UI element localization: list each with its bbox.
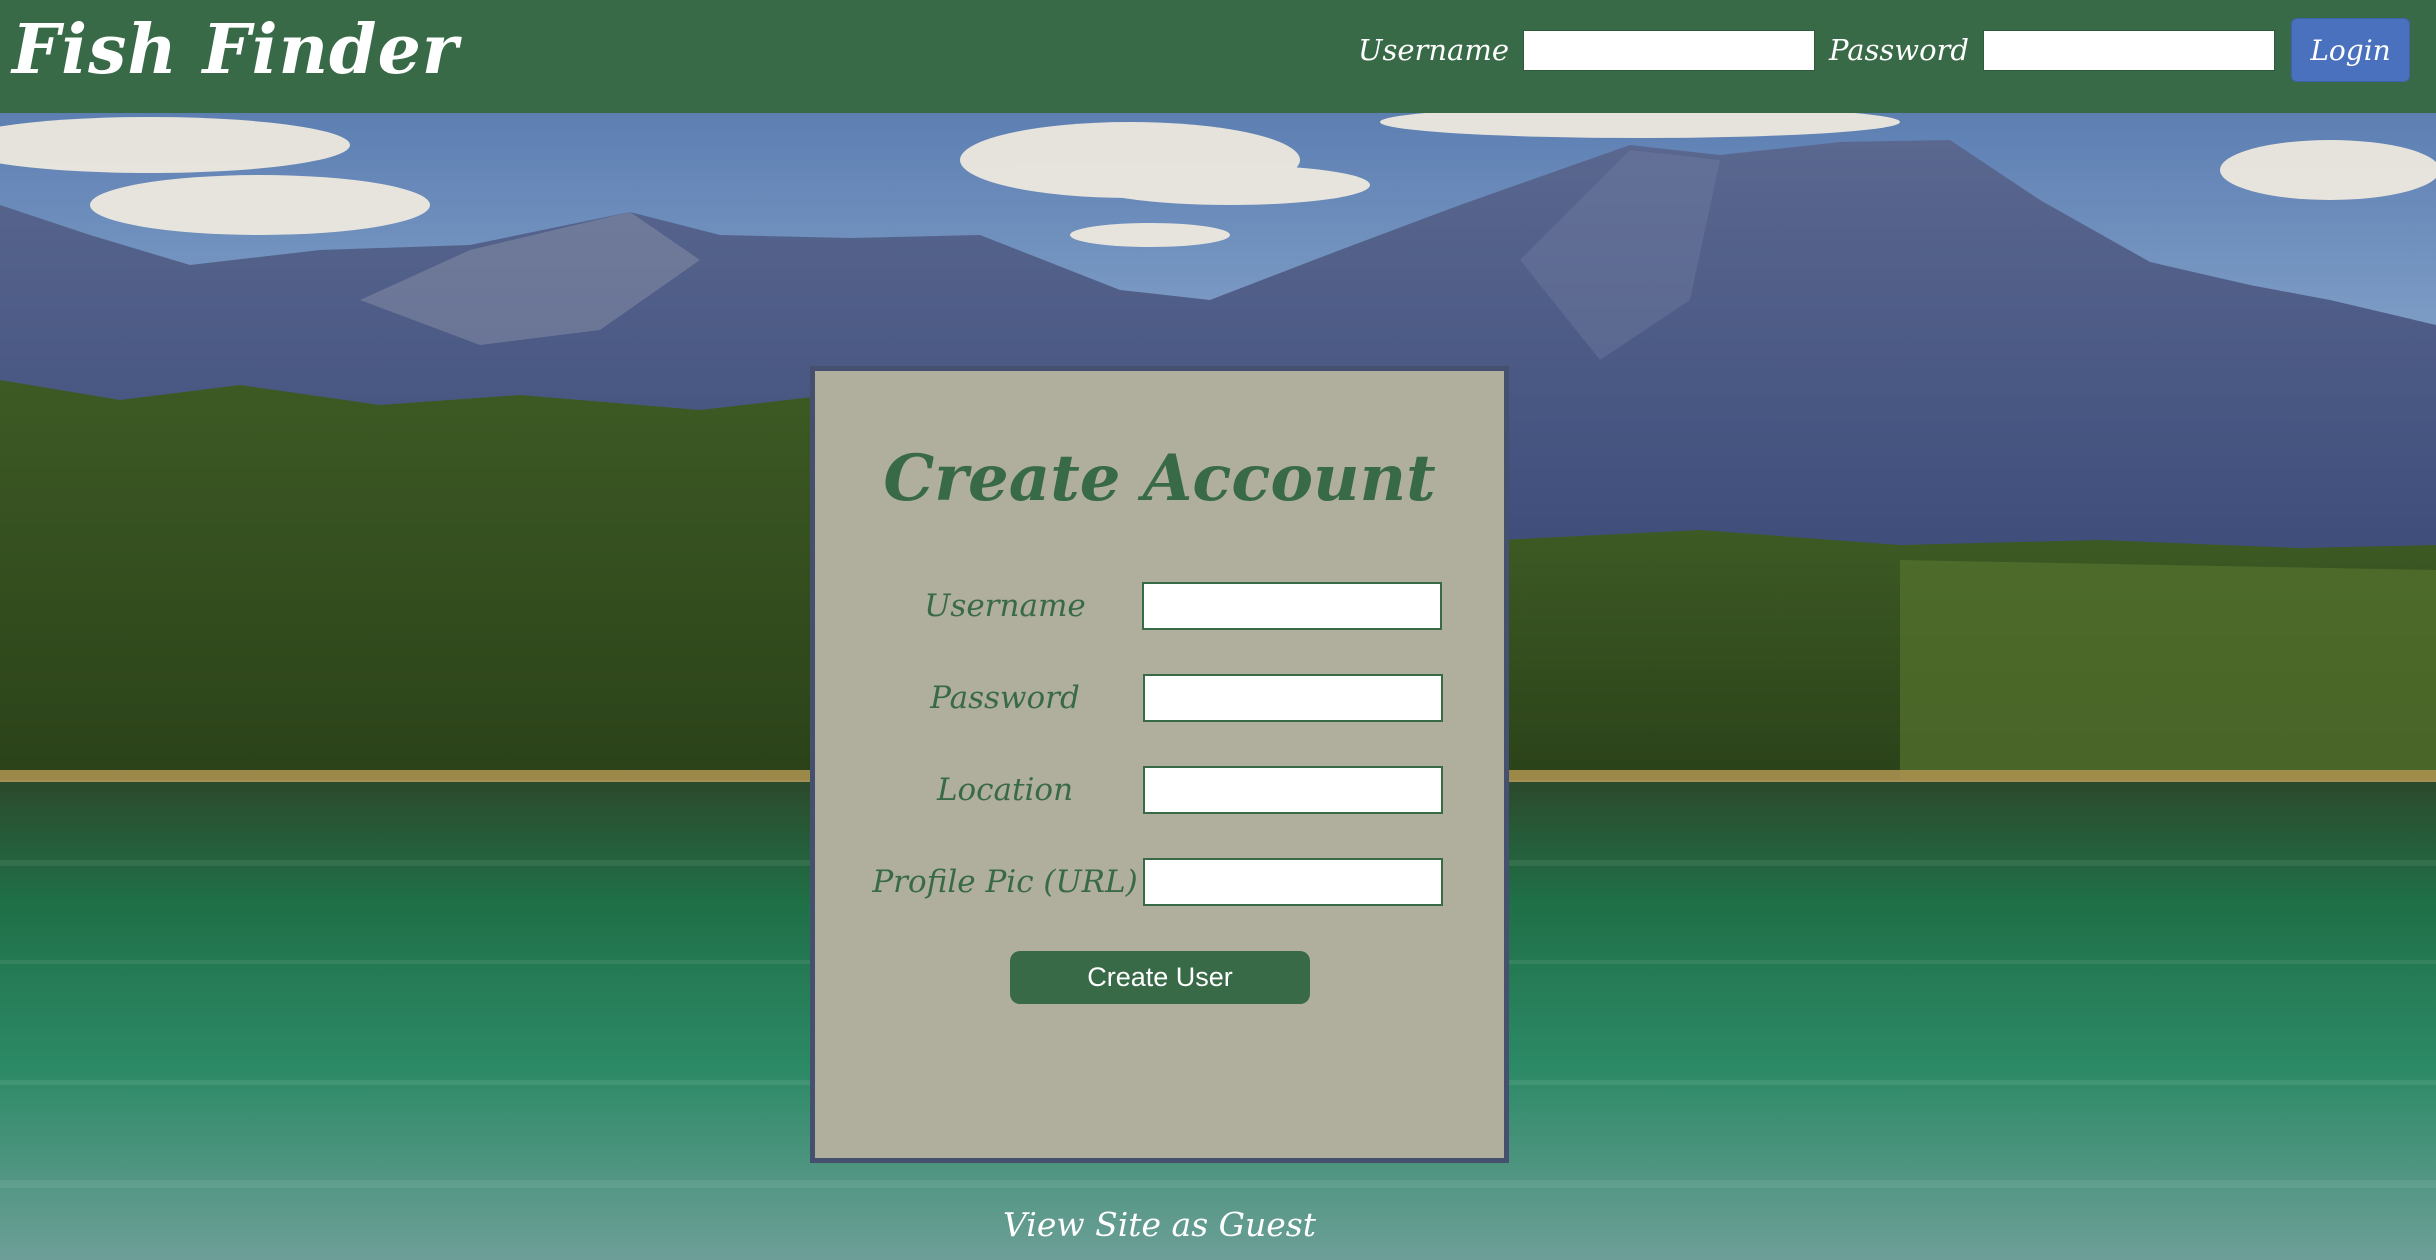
location-field[interactable] [1143,766,1443,814]
create-account-card: Create Account Username Password Locatio… [810,366,1509,1163]
profile-pic-url-field[interactable] [1143,858,1443,906]
header-username-label: Username [1358,33,1510,67]
password-label: Password [930,680,1080,716]
login-form: Username Password Login [1358,17,2410,83]
location-field-row: Location [815,765,1504,815]
header-username-input[interactable] [1523,29,1816,71]
profile-pic-label: Profile Pic (URL) [872,864,1138,900]
username-label: Username [924,588,1086,624]
password-field-row: Password [815,673,1504,723]
login-button[interactable]: Login [2291,18,2410,82]
create-account-title: Create Account [883,441,1436,516]
site-logo-title[interactable]: Fish Finder [12,2,459,98]
password-field[interactable] [1143,674,1443,722]
header-password-input[interactable] [1983,29,2275,71]
create-user-button[interactable]: Create User [1010,951,1310,1004]
username-field[interactable] [1142,582,1442,630]
username-field-row: Username [815,581,1504,631]
header-password-label: Password [1829,33,1969,67]
top-navigation-bar: Fish Finder Username Password Login [0,0,2436,113]
view-as-guest-link[interactable]: View Site as Guest [810,1200,1509,1250]
location-label: Location [936,772,1074,808]
profile-pic-field-row: Profile Pic (URL) [815,857,1504,907]
